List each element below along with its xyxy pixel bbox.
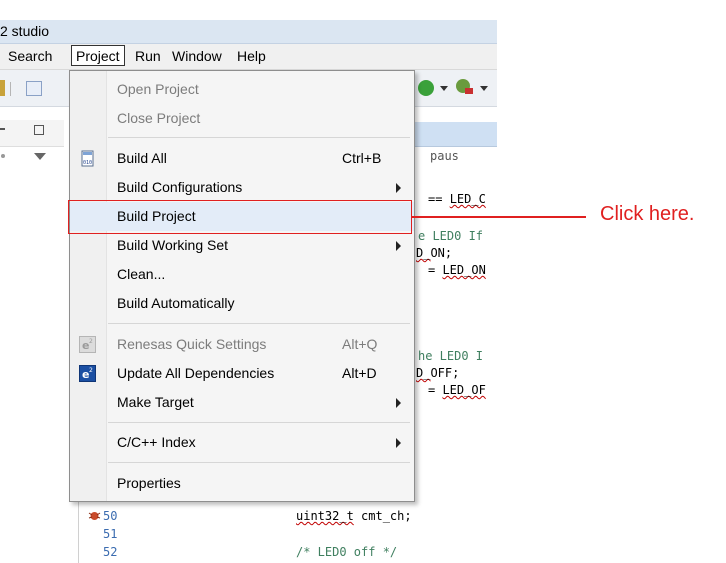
menu-item-renesas-quick-settings[interactable]: e2 Renesas Quick Settings Alt+Q bbox=[70, 330, 414, 359]
menu-item-update-all-dependencies[interactable]: e2 Update All Dependencies Alt+D bbox=[70, 359, 414, 388]
submenu-arrow-icon bbox=[396, 183, 401, 193]
highlight-box bbox=[68, 200, 412, 234]
menu-item-build-all[interactable]: 010 Build All Ctrl+B bbox=[70, 144, 414, 173]
menu-item-make-target[interactable]: Make Target bbox=[70, 388, 414, 417]
maximize-icon[interactable] bbox=[34, 125, 44, 135]
menu-separator bbox=[108, 462, 410, 463]
callout-text: Click here. bbox=[600, 203, 695, 225]
menu-item-build-working-set[interactable]: Build Working Set bbox=[70, 231, 414, 260]
menu-item-open-project[interactable]: Open Project bbox=[70, 75, 414, 104]
menu-item-build-configurations[interactable]: Build Configurations bbox=[70, 173, 414, 202]
submenu-arrow-icon bbox=[396, 241, 401, 251]
window-title-bar: 2 studio bbox=[0, 20, 497, 44]
chevron-down-icon[interactable] bbox=[480, 86, 488, 91]
e2-disabled-icon: e2 bbox=[79, 336, 96, 353]
code-fragment: == LED_C bbox=[428, 192, 486, 206]
build-all-icon: 010 bbox=[79, 150, 96, 167]
chevron-down-icon[interactable] bbox=[440, 86, 448, 91]
svg-text:2: 2 bbox=[89, 338, 93, 345]
code-comment: he LED0 I bbox=[418, 349, 484, 363]
code-fragment: = LED_OF bbox=[428, 383, 486, 397]
project-explorer-header bbox=[0, 120, 64, 160]
menu-bar: Search Project Run Window Help bbox=[0, 44, 497, 70]
collapse-icon[interactable] bbox=[0, 128, 5, 130]
run-icon[interactable] bbox=[418, 80, 434, 96]
submenu-arrow-icon bbox=[396, 438, 401, 448]
code-line: uint32_t cmt_ch; bbox=[296, 509, 412, 523]
code-comment: e LED0 If bbox=[418, 229, 484, 243]
menu-item-close-project[interactable]: Close Project bbox=[70, 104, 414, 133]
project-menu-dropdown: Open Project Close Project 010 Build All… bbox=[69, 70, 415, 502]
menu-item-build-automatically[interactable]: Build Automatically bbox=[70, 289, 414, 318]
menu-project[interactable]: Project bbox=[71, 45, 125, 66]
project-explorer-panel bbox=[0, 107, 64, 563]
menu-window[interactable]: Window bbox=[172, 48, 222, 64]
toolbar-separator bbox=[10, 82, 11, 96]
code-fragment: D_OFF; bbox=[416, 366, 460, 380]
menu-help[interactable]: Help bbox=[237, 48, 266, 64]
debug-badge-icon bbox=[465, 88, 473, 94]
code-comment: /* LED0 off */ bbox=[296, 545, 398, 559]
menu-separator bbox=[108, 137, 410, 138]
view-menu-icon[interactable] bbox=[34, 153, 46, 160]
menu-separator bbox=[108, 422, 410, 423]
svg-text:2: 2 bbox=[89, 367, 93, 374]
svg-text:010: 010 bbox=[83, 160, 92, 166]
line-number: 50 bbox=[103, 509, 118, 523]
line-number: 51 bbox=[103, 527, 118, 541]
menu-item-cpp-index[interactable]: C/C++ Index bbox=[70, 428, 414, 457]
code-fragment: = LED_ON bbox=[428, 263, 486, 277]
toolbar-icon-partial[interactable] bbox=[0, 80, 5, 96]
callout-line bbox=[412, 216, 586, 218]
menu-item-clean[interactable]: Clean... bbox=[70, 260, 414, 289]
code-fragment: paus bbox=[430, 149, 459, 163]
line-number: 52 bbox=[103, 545, 118, 559]
bug-marker-icon[interactable] bbox=[88, 509, 101, 522]
menu-separator bbox=[108, 323, 410, 324]
e2-icon: e2 bbox=[79, 365, 96, 382]
menu-item-properties[interactable]: Properties bbox=[70, 469, 414, 498]
menu-run[interactable]: Run bbox=[135, 48, 161, 64]
code-fragment: D_ON; bbox=[416, 246, 453, 260]
toolbar-new-icon[interactable] bbox=[26, 81, 42, 96]
submenu-arrow-icon bbox=[396, 398, 401, 408]
menu-search[interactable]: Search bbox=[8, 48, 52, 64]
tree-node-icon bbox=[1, 154, 5, 158]
window-title: 2 studio bbox=[0, 23, 50, 39]
